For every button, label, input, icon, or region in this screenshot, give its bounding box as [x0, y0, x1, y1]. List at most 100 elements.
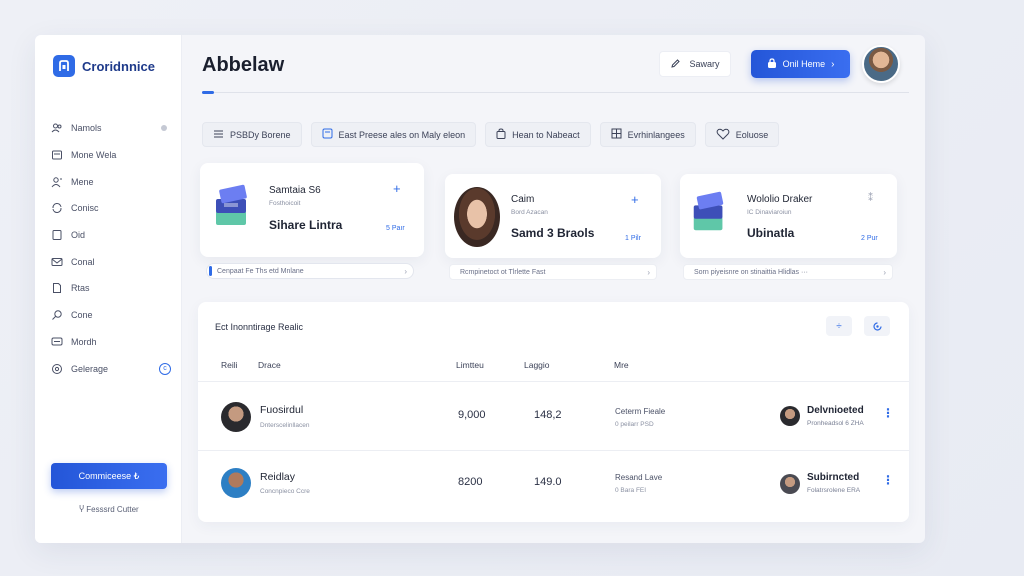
- chevron-right-icon: ›: [831, 58, 835, 70]
- chip-east[interactable]: East Preese ales on Maly eleon: [310, 122, 477, 147]
- card-main-text: Samd 3 Braols: [511, 226, 595, 240]
- brand-logo-icon: [53, 55, 75, 77]
- sidebar-footer-link[interactable]: Ⴤ Fesssrd Cutter: [51, 505, 167, 514]
- card-footer-label: Sorn piyeisnre on stinaittia Hlidlas ···: [694, 268, 808, 276]
- card-subtitle: Fosthoicoit: [269, 200, 301, 207]
- chip-label: Eoluose: [735, 129, 769, 140]
- row-status: Ceterm Fieale: [615, 407, 666, 416]
- chip-evrhinlangees[interactable]: Evrhinlangees: [599, 122, 696, 147]
- list-icon: [213, 129, 224, 141]
- chip-label: PSBDy Borene: [230, 129, 291, 140]
- chevron-right-icon: ›: [404, 266, 407, 276]
- chip-hean[interactable]: Hean to Nabeact: [485, 122, 591, 147]
- sidebar-item-namols[interactable]: Namols: [51, 115, 169, 142]
- info-badge-icon[interactable]: c: [159, 362, 171, 375]
- card-meta: 5 Paır: [386, 225, 405, 232]
- sidebar-item-gelerage[interactable]: Gelerage c: [51, 355, 171, 382]
- user-icon: [51, 176, 63, 188]
- box-stack-icon: [688, 188, 732, 243]
- people-icon: [51, 122, 63, 134]
- row-menu-icon[interactable]: ⋮: [882, 406, 894, 420]
- bag-icon: [496, 128, 506, 141]
- sidebar-item-mene[interactable]: Mene: [51, 168, 169, 195]
- card-footer-3[interactable]: Sorn piyeisnre on stinaittia Hlidlas ···…: [683, 264, 893, 280]
- sidebar-item-oid[interactable]: Oid: [51, 222, 169, 249]
- sidebar-cta-button[interactable]: Commiceese ₺: [51, 463, 167, 489]
- sidebar-item-mone-wela[interactable]: Mone Wela: [51, 142, 169, 169]
- sidebar-item-cone[interactable]: Cone: [51, 302, 169, 329]
- chevron-right-icon: ›: [883, 267, 886, 277]
- card-footer-1[interactable]: Cenpaat Fe Ths etd Mnlane ›: [206, 263, 414, 279]
- owner-avatar: [780, 474, 800, 494]
- sketch-button[interactable]: Sawary: [659, 51, 731, 77]
- document-icon: [51, 149, 63, 161]
- sidebar-item-conal[interactable]: Conal: [51, 248, 169, 275]
- grid-icon: [611, 128, 622, 141]
- card-main-text: Sihare Lintra: [269, 218, 343, 232]
- sidebar-nav: Namols Mone Wela Mene Conisc Oid Conal R…: [51, 115, 171, 382]
- summary-card-2[interactable]: Caim Bord Azacan Samd 3 Braols + 1 Pilr: [445, 174, 661, 258]
- column-header[interactable]: Laggio: [524, 360, 550, 370]
- chip-label: East Preese ales on Maly eleon: [338, 129, 466, 140]
- card-meta: 1 Pilr: [625, 235, 641, 242]
- pencil-icon: [670, 58, 681, 71]
- column-header[interactable]: Mre: [614, 360, 629, 370]
- brand[interactable]: Croridnnice: [53, 55, 155, 77]
- sidebar-item-mordh[interactable]: Mordh: [51, 329, 169, 356]
- refresh-icon[interactable]: [864, 316, 890, 336]
- summary-card-3[interactable]: Wololio Draker IC Dinaviaroiun Ubinatla …: [680, 174, 897, 258]
- card-main-text: Ubinatla: [747, 226, 795, 240]
- avatar: [221, 402, 251, 432]
- box-stack-icon: [210, 181, 256, 238]
- summary-card-1[interactable]: Samtaia S6 Fosthoicoit Sihare Lintra + 5…: [200, 163, 424, 257]
- header-accent-bar: [202, 91, 214, 94]
- user-avatar[interactable]: [862, 45, 900, 83]
- add-icon[interactable]: +: [393, 181, 401, 196]
- row-subtitle: Concnpieco Ccre: [260, 488, 310, 495]
- more-options-icon[interactable]: ⁑: [868, 193, 873, 204]
- card-footer-label: Cenpaat Fe Ths etd Mnlane: [217, 267, 304, 275]
- owner-avatar: [780, 406, 800, 426]
- brand-name: Croridnnice: [82, 58, 155, 74]
- row-status-sub: 0 peilarr PSD: [615, 421, 654, 428]
- table-row[interactable]: Reidlay Concnpieco Ccre 8200 149.0 Resan…: [198, 451, 909, 519]
- sort-icon[interactable]: ÷: [826, 316, 852, 336]
- card-subtitle: IC Dinaviaroiun: [747, 209, 792, 216]
- row-menu-icon[interactable]: ⋮: [882, 473, 894, 487]
- row-value: 149.0: [534, 476, 562, 488]
- avatar: [221, 468, 251, 498]
- board-icon: [322, 128, 333, 141]
- app-window: Croridnnice Namols Mone Wela Mene Conisc: [35, 35, 925, 543]
- progress-accent: [209, 266, 212, 276]
- mail-icon: [51, 256, 63, 268]
- sidebar-item-label: Mone Wela: [71, 150, 117, 161]
- row-name: Reidlay: [260, 471, 296, 483]
- card-title: Caim: [511, 194, 535, 205]
- sidebar-item-label: Namols: [71, 123, 102, 134]
- sidebar-item-conisc[interactable]: Conisc: [51, 195, 169, 222]
- row-subtitle: Dnterscelinllacen: [260, 422, 310, 429]
- primary-action-button[interactable]: Onil Heme ›: [751, 50, 850, 78]
- data-table-panel: Ect Inonntirage Realic ÷ Reili Drace Lim…: [198, 302, 909, 522]
- refresh-icon: [51, 202, 63, 214]
- search-icon: [51, 309, 63, 321]
- row-status: Resand Lave: [615, 473, 663, 482]
- row-status-sub: 0 Bara FEI: [615, 487, 647, 494]
- card-title: Wololio Draker: [747, 194, 813, 205]
- card-footer-2[interactable]: Rcmpinetoct ot Tlrlette Fast ›: [449, 264, 657, 280]
- sidebar-item-label: Cone: [71, 310, 93, 321]
- column-header[interactable]: Reili: [221, 360, 238, 370]
- add-icon[interactable]: +: [631, 192, 639, 207]
- chip-psbdy[interactable]: PSBDy Borene: [202, 122, 302, 147]
- table-title: Ect Inonntirage Realic: [215, 322, 304, 332]
- indicator-dot-icon: [161, 125, 167, 132]
- chip-eoluose[interactable]: Eoluose: [704, 122, 780, 147]
- page-title: Abbelaw: [202, 54, 285, 76]
- column-header[interactable]: Limtteu: [456, 360, 484, 370]
- sidebar-item-label: Gelerage: [71, 363, 109, 374]
- table-row[interactable]: Fuosirdul Dnterscelinllacen 9,000 148,2 …: [198, 382, 909, 450]
- column-header[interactable]: Drace: [258, 360, 281, 370]
- sidebar-item-rtas[interactable]: Rtas: [51, 275, 169, 302]
- sidebar-item-label: Rtas: [71, 283, 90, 294]
- lock-icon: [767, 57, 777, 71]
